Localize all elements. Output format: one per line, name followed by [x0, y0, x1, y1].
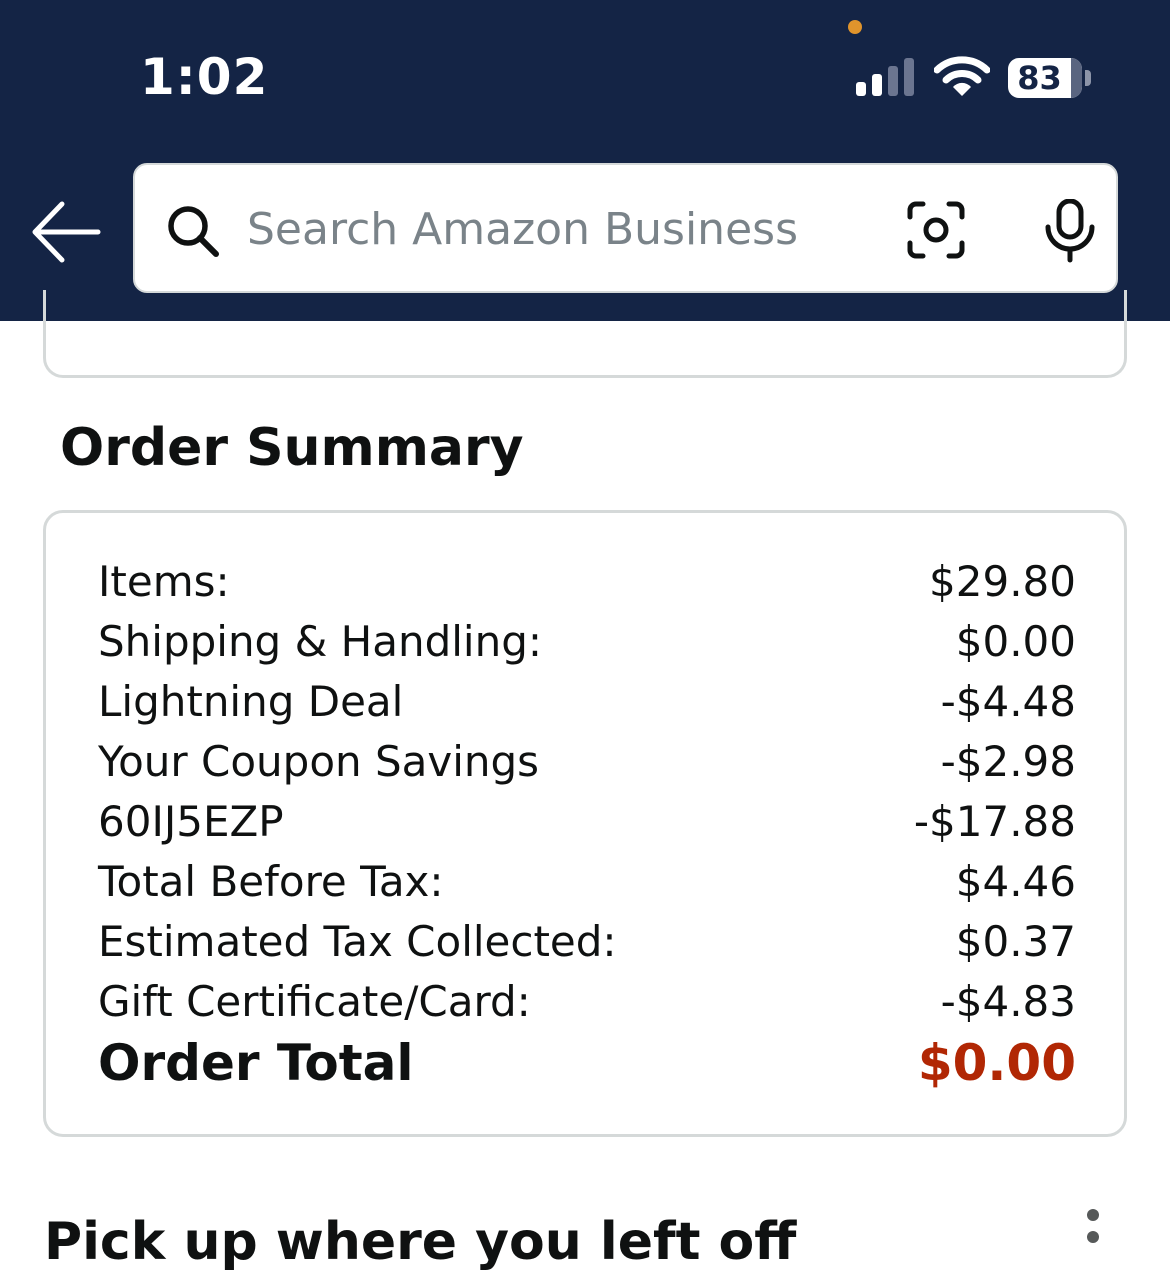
summary-value: -$4.48 — [940, 676, 1076, 726]
summary-label: Shipping & Handling: — [98, 616, 543, 666]
summary-value: -$4.83 — [940, 976, 1076, 1026]
status-time: 1:02 — [140, 48, 269, 106]
summary-value: $0.00 — [955, 616, 1076, 666]
search-bar[interactable] — [133, 163, 1118, 293]
summary-value: $4.46 — [955, 856, 1076, 906]
more-options-icon[interactable] — [1084, 1208, 1102, 1250]
order-total-row: Order Total $0.00 — [98, 1030, 1076, 1096]
order-total-value: $0.00 — [917, 1034, 1076, 1092]
previous-section-card — [43, 290, 1127, 378]
summary-label: Total Before Tax: — [98, 856, 444, 906]
privacy-indicator-dot — [848, 20, 862, 34]
mic-icon[interactable] — [1043, 199, 1097, 263]
summary-label: Items: — [98, 556, 230, 606]
summary-row-items: Items: $29.80 — [98, 551, 1076, 611]
battery-icon: 83 — [1008, 58, 1082, 98]
order-total-label: Order Total — [98, 1034, 414, 1092]
battery-tip — [1085, 70, 1091, 86]
summary-row-shipping: Shipping & Handling: $0.00 — [98, 611, 1076, 671]
back-arrow-icon[interactable] — [30, 196, 102, 268]
summary-value: -$17.88 — [913, 796, 1076, 846]
summary-value: $29.80 — [929, 556, 1076, 606]
summary-row-estimated-tax: Estimated Tax Collected: $0.37 — [98, 911, 1076, 971]
summary-label: Gift Certificate/Card: — [98, 976, 531, 1026]
summary-row-gift-card: Gift Certificate/Card: -$4.83 — [98, 971, 1076, 1031]
battery-empty-portion — [1071, 58, 1082, 98]
pickup-section-title: Pick up where you left off — [44, 1212, 797, 1272]
summary-row-lightning-deal: Lightning Deal -$4.48 — [98, 671, 1076, 731]
wifi-icon — [934, 56, 990, 96]
search-icon[interactable] — [165, 203, 221, 259]
order-summary-title: Order Summary — [60, 418, 524, 478]
summary-row-total-before-tax: Total Before Tax: $4.46 — [98, 851, 1076, 911]
search-input[interactable] — [247, 193, 887, 265]
signal-icon — [856, 58, 914, 96]
app-header: 1:02 83 — [0, 0, 1170, 321]
summary-label: Your Coupon Savings — [98, 736, 540, 786]
summary-row-coupon-savings: Your Coupon Savings -$2.98 — [98, 731, 1076, 791]
camera-icon[interactable] — [907, 201, 965, 259]
battery-level: 83 — [1017, 59, 1062, 97]
summary-value: $0.37 — [955, 916, 1076, 966]
summary-label: Estimated Tax Collected: — [98, 916, 617, 966]
summary-label: 60IJ5EZP — [98, 796, 284, 846]
order-summary-card: Items: $29.80 Shipping & Handling: $0.00… — [43, 510, 1127, 1137]
summary-value: -$2.98 — [940, 736, 1076, 786]
summary-label: Lightning Deal — [98, 676, 404, 726]
summary-row-promo-code: 60IJ5EZP -$17.88 — [98, 791, 1076, 851]
